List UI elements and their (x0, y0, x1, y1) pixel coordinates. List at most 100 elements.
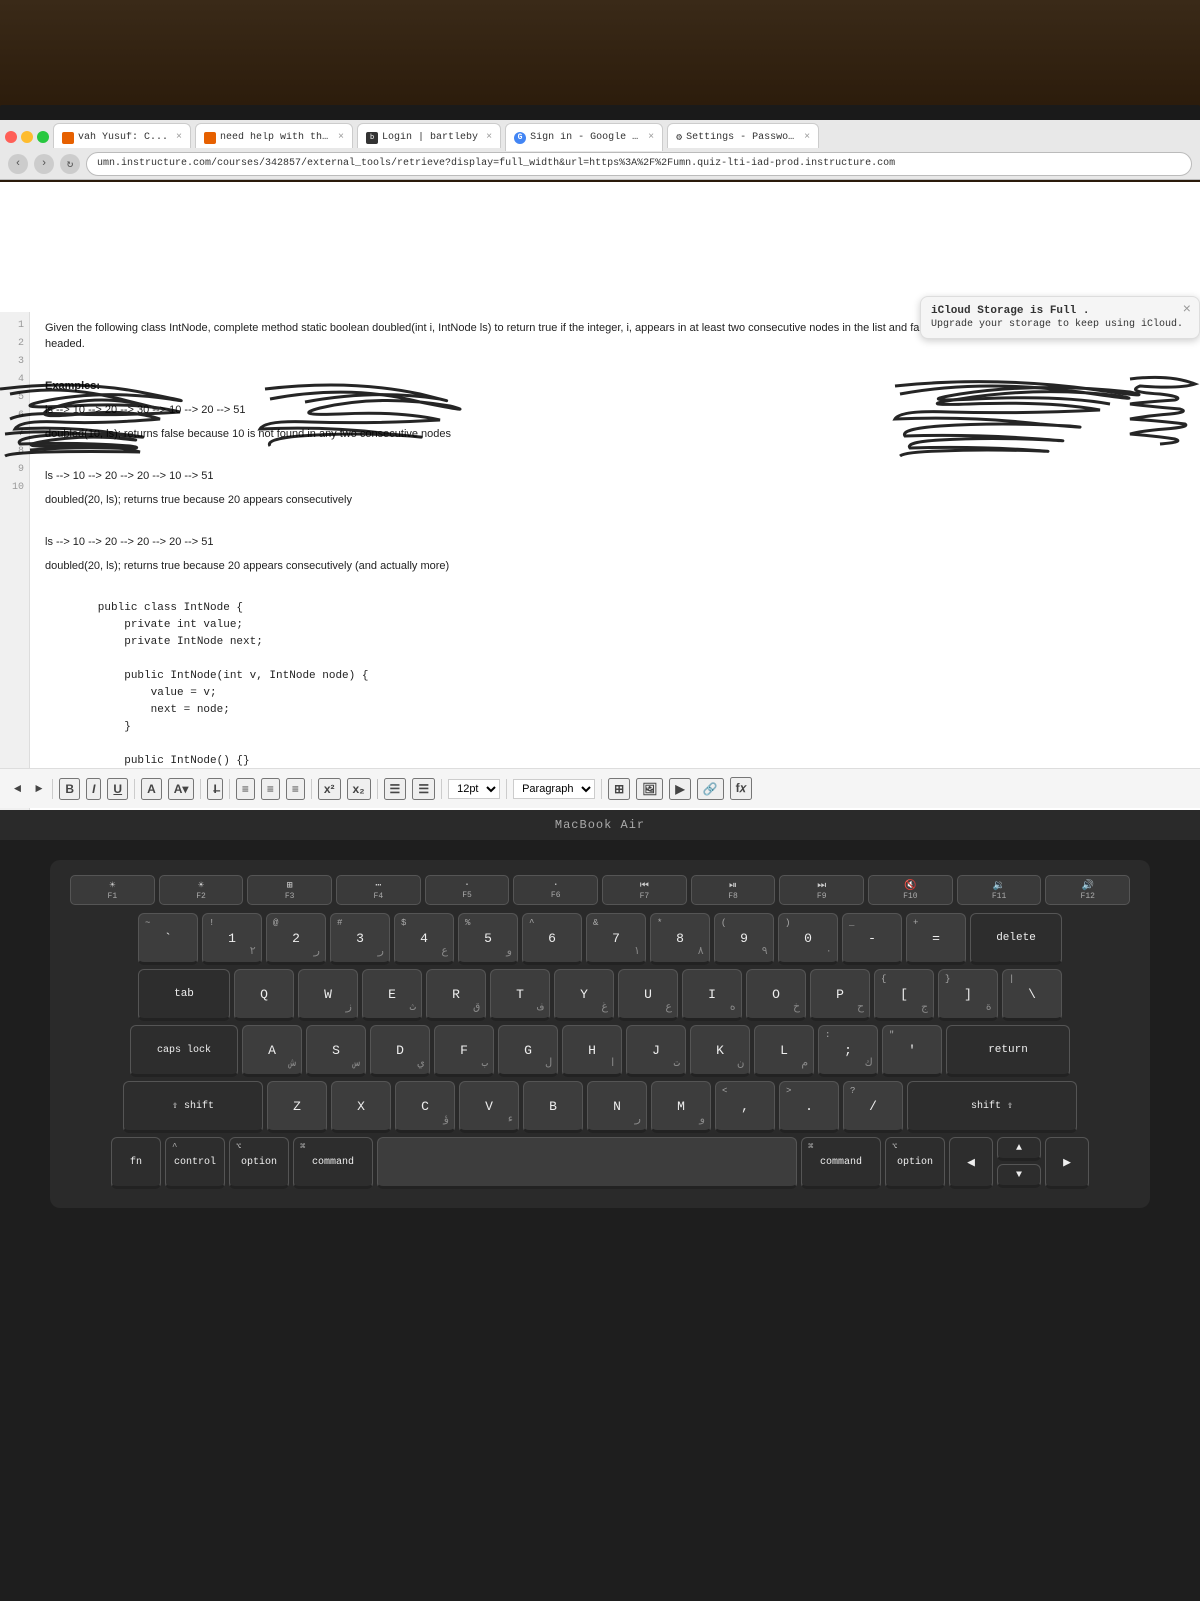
key-slash[interactable]: ? / (843, 1081, 903, 1133)
tab1-close[interactable]: × (176, 132, 182, 143)
key-f6[interactable]: · F6 (513, 875, 598, 905)
window-minimize-button[interactable] (21, 131, 33, 143)
window-close-button[interactable] (5, 131, 17, 143)
key-f8[interactable]: ⏯ F8 (691, 875, 776, 905)
underline-button[interactable]: U (107, 778, 128, 800)
key-c[interactable]: C ؤ (395, 1081, 455, 1133)
nav-forward-btn[interactable]: ► (31, 780, 46, 798)
key-w[interactable]: W ز (298, 969, 358, 1021)
key-t[interactable]: T ف (490, 969, 550, 1021)
key-option-right[interactable]: ⌥ option (885, 1137, 945, 1189)
tab3-close[interactable]: × (486, 132, 492, 143)
formula-button[interactable]: f𝑥 (730, 777, 753, 800)
address-input[interactable]: umn.instructure.com/courses/342857/exter… (86, 152, 1192, 176)
code-content[interactable]: Given the following class IntNode, compl… (30, 312, 1180, 822)
key-backslash[interactable]: | \ (1002, 969, 1062, 1021)
key-f1[interactable]: ☀ F1 (70, 875, 155, 905)
back-button[interactable]: ‹ (8, 154, 28, 174)
key-shift-right[interactable]: shift ⇧ (907, 1081, 1077, 1133)
key-semicolon[interactable]: : ; ك (818, 1025, 878, 1077)
key-o[interactable]: O خ (746, 969, 806, 1021)
tab-3[interactable]: b Login | bartleby × (357, 123, 501, 151)
align-center-button[interactable]: ≡ (261, 778, 280, 800)
key-f4[interactable]: ⋯ F4 (336, 875, 421, 905)
remove-format-button[interactable]: I̶ (207, 778, 222, 800)
key-option-left[interactable]: ⌥ option (229, 1137, 289, 1189)
key-cmd-left[interactable]: ⌘ command (293, 1137, 373, 1189)
image-button[interactable]: 🖼 (636, 778, 663, 800)
key-f11[interactable]: 🔉 F11 (957, 875, 1042, 905)
key-fn[interactable]: fn (111, 1137, 161, 1189)
bullets-button[interactable]: ☰ (384, 778, 407, 800)
key-shift-left[interactable]: ⇧ shift (123, 1081, 263, 1133)
key-y[interactable]: Y غ (554, 969, 614, 1021)
key-f[interactable]: F ب (434, 1025, 494, 1077)
media-button[interactable]: ▶ (669, 778, 690, 800)
key-i[interactable]: I ه (682, 969, 742, 1021)
tab2-close[interactable]: × (338, 132, 344, 143)
key-tab[interactable]: tab (138, 969, 230, 1021)
tab-4[interactable]: G Sign in - Google Accounts × (505, 123, 663, 151)
key-m[interactable]: M و (651, 1081, 711, 1133)
key-bracket-left[interactable]: { [ ج (874, 969, 934, 1021)
key-x[interactable]: X (331, 1081, 391, 1133)
font-color-button[interactable]: A (141, 778, 162, 800)
key-a[interactable]: A ش (242, 1025, 302, 1077)
key-bracket-right[interactable]: } ] ة (938, 969, 998, 1021)
key-d[interactable]: D ي (370, 1025, 430, 1077)
tab5-close[interactable]: × (804, 132, 810, 143)
link-button[interactable]: 🔗 (697, 778, 724, 800)
key-f10[interactable]: 🔇 F10 (868, 875, 953, 905)
key-arrow-left[interactable]: ◀ (949, 1137, 993, 1189)
key-2[interactable]: @ 2 ر (266, 913, 326, 965)
key-h[interactable]: H ا (562, 1025, 622, 1077)
tab-5[interactable]: ⚙ Settings - Passwords × (667, 123, 819, 151)
numbered-button[interactable]: ☰ (412, 778, 435, 800)
key-comma[interactable]: < , (715, 1081, 775, 1133)
key-e[interactable]: E ث (362, 969, 422, 1021)
key-9[interactable]: ( 9 ٩ (714, 913, 774, 965)
nav-back-btn[interactable]: ◄ (10, 780, 25, 798)
key-n[interactable]: N ر (587, 1081, 647, 1133)
key-0[interactable]: ) 0 ٠ (778, 913, 838, 965)
paragraph-select[interactable]: Paragraph Heading 1 Heading 2 (513, 779, 595, 799)
key-minus[interactable]: _ - (842, 913, 902, 965)
forward-button[interactable]: › (34, 154, 54, 174)
font-bg-button[interactable]: A▾ (168, 778, 195, 800)
key-return[interactable]: return (946, 1025, 1070, 1077)
bold-button[interactable]: B (59, 778, 80, 800)
key-5[interactable]: % 5 و (458, 913, 518, 965)
subscript-button[interactable]: x₂ (347, 778, 371, 800)
key-j[interactable]: J ت (626, 1025, 686, 1077)
key-l[interactable]: L م (754, 1025, 814, 1077)
key-caps[interactable]: caps lock (130, 1025, 238, 1077)
key-6[interactable]: ^ 6 (522, 913, 582, 965)
key-f12[interactable]: 🔊 F12 (1045, 875, 1130, 905)
key-f5[interactable]: · F5 (425, 875, 510, 905)
key-b[interactable]: B (523, 1081, 583, 1133)
key-g[interactable]: G ل (498, 1025, 558, 1077)
icloud-close-button[interactable]: × (1183, 302, 1191, 318)
key-8[interactable]: * 8 ٨ (650, 913, 710, 965)
superscript-button[interactable]: x² (318, 778, 341, 800)
key-f7[interactable]: ⏮ F7 (602, 875, 687, 905)
key-ctrl[interactable]: ^ control (165, 1137, 225, 1189)
key-p[interactable]: P ح (810, 969, 870, 1021)
key-4[interactable]: $ 4 ع (394, 913, 454, 965)
tab4-close[interactable]: × (648, 132, 654, 143)
key-q[interactable]: Q (234, 969, 294, 1021)
key-quote[interactable]: " ' (882, 1025, 942, 1077)
window-maximize-button[interactable] (37, 131, 49, 143)
refresh-button[interactable]: ↻ (60, 154, 80, 174)
key-f9[interactable]: ⏭ F9 (779, 875, 864, 905)
tab-1[interactable]: vah Yusuf: C... × (53, 123, 191, 151)
key-arrow-down[interactable]: ▼ (997, 1164, 1041, 1188)
key-k[interactable]: K ن (690, 1025, 750, 1077)
key-7[interactable]: & 7 ١ (586, 913, 646, 965)
key-space[interactable] (377, 1137, 797, 1189)
table-button[interactable]: ⊞ (608, 778, 630, 800)
key-r[interactable]: R ق (426, 969, 486, 1021)
align-right-button[interactable]: ≡ (286, 778, 305, 800)
key-equals[interactable]: + = (906, 913, 966, 965)
key-v[interactable]: V ء (459, 1081, 519, 1133)
